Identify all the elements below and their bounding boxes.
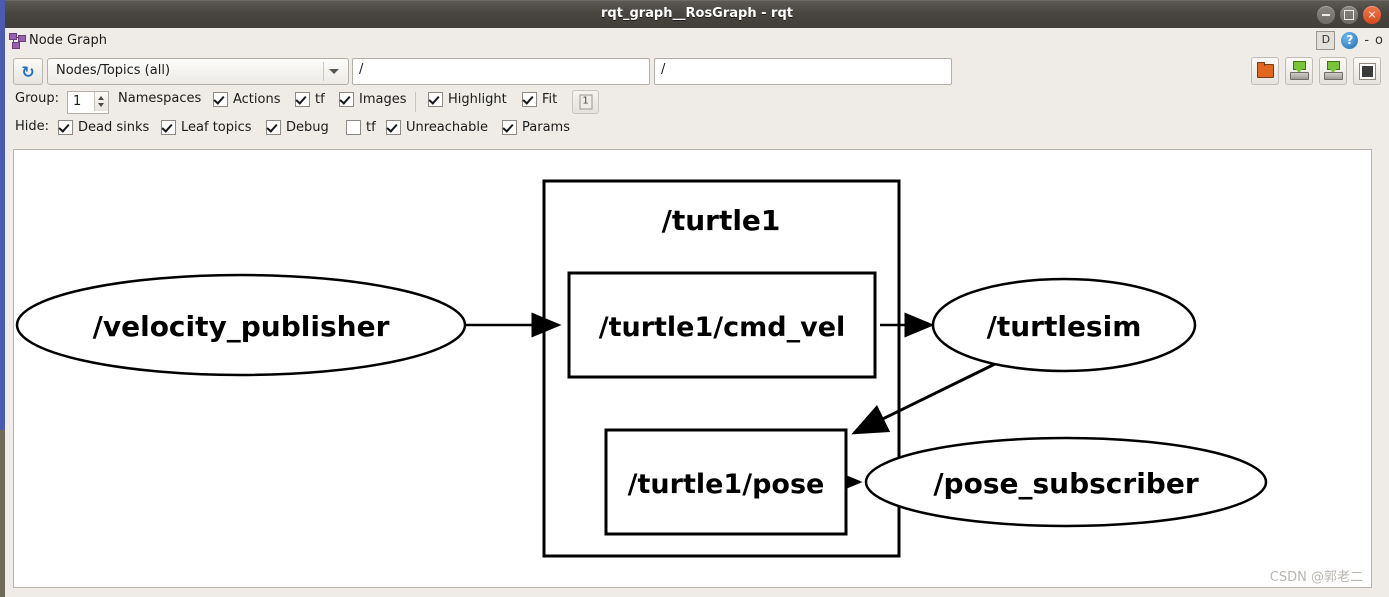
ros-graph-svg: /turtle1 /turtle1/cmd_vel /turtle1/pose … <box>15 179 1268 558</box>
node-filter-value: / <box>661 62 666 77</box>
hide-debug-checkbox[interactable] <box>266 120 281 135</box>
actions-checkbox[interactable] <box>213 92 228 107</box>
refresh-icon: ↻ <box>21 62 35 81</box>
chevron-down-icon <box>329 69 339 74</box>
toolbar-action-buttons <box>1251 57 1381 85</box>
graph-canvas-area: /turtle1 /turtle1/cmd_vel /turtle1/pose … <box>5 144 1389 597</box>
dock-controls: D ? - o <box>1316 31 1383 50</box>
toolbar-row-options: Group: 1 Namespaces Actions tf Images Hi… <box>5 88 1389 116</box>
fit-label: Fit <box>542 92 558 107</box>
hide-dead-sinks-checkbox[interactable] <box>58 120 73 135</box>
save-image-tray-icon <box>1324 72 1343 80</box>
topic-label-cmd-vel: /turtle1/cmd_vel <box>599 312 846 343</box>
dock-header: Node Graph D ? - o <box>5 28 1389 54</box>
window-maximize-button[interactable] <box>1340 6 1358 24</box>
hide-leaf-topics-label: Leaf topics <box>181 120 252 135</box>
images-checkbox-group[interactable]: Images <box>339 92 407 107</box>
hide-dead-sinks-label: Dead sinks <box>78 120 150 135</box>
save-dot-button[interactable] <box>1285 57 1313 85</box>
toolbar-separator <box>415 92 416 112</box>
tf-checkbox-group[interactable]: tf <box>295 92 325 107</box>
refresh-button[interactable]: ↻ <box>13 58 43 85</box>
hide-leaf-topics-group[interactable]: Leaf topics <box>161 120 252 135</box>
window-minimize-button[interactable] <box>1317 6 1335 24</box>
hide-label: Hide: <box>15 119 50 134</box>
namespaces-label: Namespaces <box>118 91 202 106</box>
save-dot-tray-icon <box>1290 72 1309 80</box>
toolbar-row-hide: Hide: Dead sinks Leaf topics Debug tf Un… <box>5 116 1389 144</box>
actions-label: Actions <box>233 92 281 107</box>
highlight-checkbox[interactable] <box>428 92 443 107</box>
title-bar: rqt_graph__RosGraph - rqt ✕ <box>5 0 1389 29</box>
namespace-box-label: /turtle1 <box>662 204 781 237</box>
group-count-button[interactable]: 1 <box>572 90 599 114</box>
hide-tf-group[interactable]: tf <box>346 120 376 135</box>
graph-type-value: Nodes/Topics (all) <box>56 63 171 78</box>
tf-checkbox[interactable] <box>295 92 310 107</box>
ros-graph-canvas[interactable]: /turtle1 /turtle1/cmd_vel /turtle1/pose … <box>13 149 1372 588</box>
topic-filter-input[interactable]: / <box>352 58 650 85</box>
hide-leaf-topics-checkbox[interactable] <box>161 120 176 135</box>
dock-minimize-button[interactable]: - <box>1364 33 1369 48</box>
node-label-pose-subscriber: /pose_subscriber <box>933 467 1199 500</box>
dock-close-button[interactable]: o <box>1375 33 1383 48</box>
hide-debug-group[interactable]: Debug <box>266 120 329 135</box>
save-image-button[interactable] <box>1319 57 1347 85</box>
hide-params-group[interactable]: Params <box>502 120 570 135</box>
hide-unreachable-label: Unreachable <box>406 120 488 135</box>
hide-unreachable-checkbox[interactable] <box>386 120 401 135</box>
highlight-label: Highlight <box>448 92 507 107</box>
fit-checkbox-group[interactable]: Fit <box>522 92 557 107</box>
rqt-window: rqt_graph__RosGraph - rqt ✕ Node Graph D… <box>0 0 1389 597</box>
group-value: 1 <box>73 94 82 109</box>
hide-params-checkbox[interactable] <box>502 120 517 135</box>
node-graph-icon <box>9 33 26 49</box>
fit-checkbox[interactable] <box>522 92 537 107</box>
fit-dark-button[interactable] <box>1353 57 1381 85</box>
hide-unreachable-group[interactable]: Unreachable <box>386 120 488 135</box>
hide-debug-label: Debug <box>286 120 329 135</box>
images-checkbox[interactable] <box>339 92 354 107</box>
hide-dead-sinks-group[interactable]: Dead sinks <box>58 120 149 135</box>
graph-type-select[interactable]: Nodes/Topics (all) <box>47 58 349 85</box>
actions-checkbox-group[interactable]: Actions <box>213 92 281 107</box>
dock-float-button[interactable]: D <box>1316 31 1336 50</box>
group-spinner-arrows[interactable] <box>94 92 108 111</box>
combo-separator <box>323 62 324 81</box>
node-label-velocity-publisher: /velocity_publisher <box>93 310 390 343</box>
topic-filter-value: / <box>359 62 364 77</box>
window-controls: ✕ <box>1317 6 1381 24</box>
help-icon[interactable]: ? <box>1341 32 1359 49</box>
toolbar-row-primary: ↻ Nodes/Topics (all) / / <box>5 54 1389 88</box>
hide-tf-label: tf <box>366 120 376 135</box>
topic-label-pose: /turtle1/pose <box>628 469 825 500</box>
window-title: rqt_graph__RosGraph - rqt <box>601 6 793 21</box>
highlight-checkbox-group[interactable]: Highlight <box>428 92 507 107</box>
watermark: CSDN @郭老二 <box>1269 570 1363 585</box>
node-filter-input[interactable]: / <box>654 58 952 85</box>
hide-tf-checkbox[interactable] <box>346 120 361 135</box>
dock-title: Node Graph <box>29 33 107 48</box>
group-spinner[interactable]: 1 <box>67 91 109 114</box>
images-label: Images <box>359 92 407 107</box>
group-count-value: 1 <box>579 94 592 110</box>
open-folder-icon <box>1257 62 1274 78</box>
window-close-button[interactable]: ✕ <box>1363 6 1381 24</box>
group-label: Group: <box>15 91 59 106</box>
tf-label: tf <box>315 92 325 107</box>
load-dot-button[interactable] <box>1251 57 1279 85</box>
hide-params-label: Params <box>522 120 570 135</box>
filled-square-icon <box>1359 63 1376 80</box>
node-label-turtlesim: /turtlesim <box>987 310 1142 343</box>
